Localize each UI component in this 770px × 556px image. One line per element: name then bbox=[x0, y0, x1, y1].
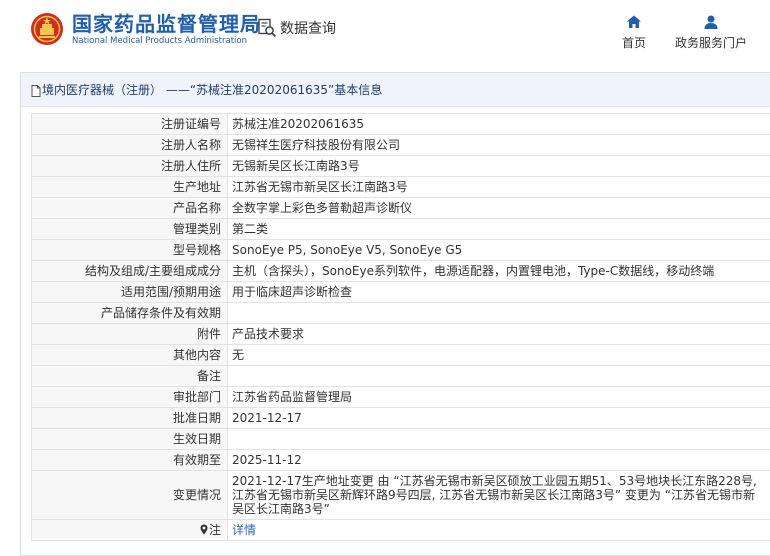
row-label: 注册人名称 bbox=[31, 134, 228, 156]
table-row: 产品名称 全数字掌上彩色多普勒超声诊断仪 bbox=[31, 197, 770, 219]
table-row: 附件 产品技术要求 bbox=[31, 323, 770, 345]
row-label: 附件 bbox=[31, 323, 228, 345]
row-value: SonoEye P5, SonoEye V5, SonoEye G5 bbox=[227, 239, 770, 261]
row-label: 批准日期 bbox=[31, 407, 228, 429]
row-value: 无锡新吴区长江南路3号 bbox=[227, 155, 770, 177]
row-value: 产品技术要求 bbox=[227, 323, 770, 345]
table-row: 备注 bbox=[31, 365, 770, 387]
row-value: 用于临床超声诊断检查 bbox=[227, 281, 770, 303]
row-value: 第二类 bbox=[227, 218, 770, 240]
breadcrumb: 境内医疗器械（注册） ——“苏械注准20202061635”基本信息 bbox=[21, 73, 770, 107]
row-label: 结构及组成/主要组成成分 bbox=[31, 260, 228, 282]
data-query-label: 数据查询 bbox=[280, 21, 336, 37]
row-label: 适用范围/预期用途 bbox=[31, 281, 228, 303]
row-value: 江苏省药品监督管理局 bbox=[227, 386, 770, 408]
row-value: 2025-11-12 bbox=[227, 449, 770, 471]
row-value: 苏械注准20202061635 bbox=[227, 113, 770, 135]
table-row: 型号规格 SonoEye P5, SonoEye V5, SonoEye G5 bbox=[31, 239, 770, 261]
row-label: 注册人住所 bbox=[31, 155, 228, 177]
row-label: 审批部门 bbox=[31, 386, 228, 408]
user-icon bbox=[704, 15, 718, 29]
note-value-cell: 详情 bbox=[227, 519, 770, 541]
details-link[interactable]: 详情 bbox=[232, 523, 256, 537]
note-label-cell: 注 bbox=[31, 519, 228, 541]
row-label: 生效日期 bbox=[31, 428, 228, 450]
table-row: 变更情况 2021-12-17生产地址变更 由 “江苏省无锡市新吴区硕放工业园五期… bbox=[31, 470, 770, 520]
table-row: 注册人住所 无锡新吴区长江南路3号 bbox=[31, 155, 770, 177]
document-icon bbox=[31, 84, 41, 97]
row-value: 无锡祥生医疗科技股份有限公司 bbox=[227, 134, 770, 156]
row-value bbox=[227, 302, 770, 324]
nav-home[interactable]: 首页 bbox=[614, 14, 654, 51]
table-row: 结构及组成/主要组成成分 主机（含探头），SonoEye系列软件，电源适配器，内置… bbox=[31, 260, 770, 282]
row-value: 2021-12-17生产地址变更 由 “江苏省无锡市新吴区硕放工业园五期51、5… bbox=[227, 470, 770, 520]
row-value: 主机（含探头），SonoEye系列软件，电源适配器，内置锂电池，Type-C数据… bbox=[227, 260, 770, 282]
table-row: 产品储存条件及有效期 bbox=[31, 302, 770, 324]
table-row: 生产地址 江苏省无锡市新吴区长江南路3号 bbox=[31, 176, 770, 198]
row-value: 江苏省无锡市新吴区长江南路3号 bbox=[227, 176, 770, 198]
site-subtitle: National Medical Products Administration bbox=[72, 36, 247, 46]
note-row: 注 详情 bbox=[31, 519, 770, 541]
row-value: 2021-12-17 bbox=[227, 407, 770, 429]
row-value: 无 bbox=[227, 344, 770, 366]
note-label: 注 bbox=[208, 523, 221, 537]
row-label: 其他内容 bbox=[31, 344, 228, 366]
row-label: 备注 bbox=[31, 365, 228, 387]
magnifier-icon bbox=[258, 18, 277, 38]
table-row: 批准日期 2021-12-17 bbox=[31, 407, 770, 429]
table-row: 注册证编号 苏械注准20202061635 bbox=[31, 113, 770, 135]
breadcrumb-text: 境内医疗器械（注册） ——“苏械注准20202061635”基本信息 bbox=[42, 83, 383, 97]
site-title: 国家药品监督管理局 bbox=[72, 12, 261, 36]
detail-panel: 境内医疗器械（注册） ——“苏械注准20202061635”基本信息 注册证编号… bbox=[20, 72, 770, 556]
row-label: 变更情况 bbox=[31, 470, 228, 520]
table-row: 审批部门 江苏省药品监督管理局 bbox=[31, 386, 770, 408]
row-label: 有效期至 bbox=[31, 449, 228, 471]
table-row: 管理类别 第二类 bbox=[31, 218, 770, 240]
table-row: 其他内容无 bbox=[31, 344, 770, 366]
nav-service-portal[interactable]: 政务服务门户 bbox=[668, 14, 754, 51]
nav-home-label: 首页 bbox=[621, 36, 646, 50]
home-icon bbox=[627, 15, 641, 28]
row-value bbox=[227, 428, 770, 450]
row-label: 产品储存条件及有效期 bbox=[31, 302, 228, 324]
data-query-link[interactable]: 数据查询 bbox=[257, 18, 336, 38]
row-label: 生产地址 bbox=[31, 176, 228, 198]
table-row: 注册人名称 无锡祥生医疗科技股份有限公司 bbox=[31, 134, 770, 156]
table-row: 生效日期 bbox=[31, 428, 770, 450]
site-header: 国家药品监督管理局 National Medical Products Admi… bbox=[0, 0, 770, 66]
nav-portal-label: 政务服务门户 bbox=[674, 36, 747, 50]
table-row: 适用范围/预期用途 用于临床超声诊断检查 bbox=[31, 281, 770, 303]
detail-table: 注册证编号 苏械注准20202061635 注册人名称 无锡祥生医疗科技股份有限公司… bbox=[31, 113, 770, 541]
table-row: 有效期至 2025-11-12 bbox=[31, 449, 770, 471]
row-label: 产品名称 bbox=[31, 197, 228, 219]
row-label: 注册证编号 bbox=[31, 113, 228, 135]
emblem-icon bbox=[31, 13, 63, 45]
row-value bbox=[227, 365, 770, 387]
row-label: 管理类别 bbox=[31, 218, 228, 240]
row-value: 全数字掌上彩色多普勒超声诊断仪 bbox=[227, 197, 770, 219]
row-label: 型号规格 bbox=[31, 239, 228, 261]
pin-icon bbox=[200, 524, 208, 535]
